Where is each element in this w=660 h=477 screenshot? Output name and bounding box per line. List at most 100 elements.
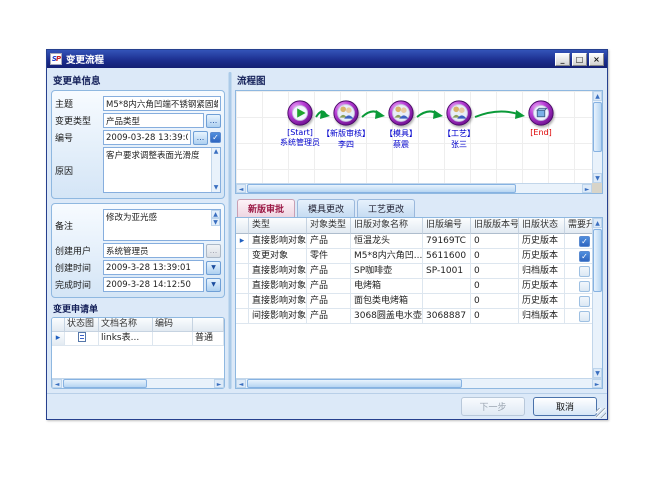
table-row[interactable]: 直接影响对象产品面包类电烤箱0历史版本	[236, 294, 592, 309]
number-checkbox[interactable]: ✓	[210, 132, 221, 143]
next-button[interactable]: 下一步	[461, 397, 525, 416]
request-form-table-header: 状态图文档名称编码	[52, 318, 224, 332]
row-selector-icon: ▸	[52, 332, 65, 346]
upgrade-cell[interactable]: ✓	[565, 234, 592, 249]
table-hscrollbar[interactable]: ◄ ►	[236, 378, 602, 388]
old-number-cell: SP-1001	[423, 264, 471, 279]
scroll-up-icon[interactable]: ▲	[593, 91, 602, 101]
upgrade-cell[interactable]	[565, 294, 592, 309]
create-time-input[interactable]	[103, 260, 204, 275]
reason-scrollbar[interactable]: ▲▼	[211, 148, 220, 192]
change-info-panel: 变更单信息 主题 变更类型 ... 编号 ..	[51, 72, 225, 389]
tab-new-version-approval[interactable]: 新版审批	[237, 199, 295, 217]
scroll-left-icon[interactable]: ◄	[52, 379, 62, 388]
upgrade-cell[interactable]	[565, 264, 592, 279]
change-type-input[interactable]	[103, 113, 204, 128]
scroll-down-icon[interactable]: ▼	[593, 368, 602, 378]
table-row[interactable]: ▸直接影响对象产品恒温龙头79169TC0历史版本✓	[236, 234, 592, 249]
upgrade-cell[interactable]	[565, 309, 592, 324]
scroll-left-icon[interactable]: ◄	[236, 379, 246, 388]
cancel-button[interactable]: 取消	[533, 397, 597, 416]
user-node-icon	[445, 99, 473, 127]
request-form-hscrollbar[interactable]: ◄ ►	[52, 378, 224, 388]
table-vscrollbar[interactable]: ▲ ▼	[592, 218, 602, 378]
upgrade-checkbox[interactable]	[579, 266, 590, 277]
type-cell: 间接影响对象	[249, 309, 307, 324]
approval-table-empty-area	[236, 324, 592, 378]
table-row[interactable]: 变更对象零件M5*8内六角凹...56116000历史版本✓M5*8	[236, 249, 592, 264]
upgrade-cell[interactable]: ✓	[565, 249, 592, 264]
maximize-button[interactable]: □	[572, 53, 587, 66]
note-spinner[interactable]: ▲▼	[211, 210, 220, 226]
flow-vscrollbar[interactable]: ▲ ▼	[592, 91, 602, 183]
create-time-label: 创建时间	[55, 261, 103, 274]
flow-chart-header: 流程图	[235, 72, 603, 90]
old-name-cell: 恒温龙头	[351, 234, 423, 249]
flow-hscrollbar[interactable]: ◄ ►	[236, 183, 592, 193]
row-selector-icon: ▸	[236, 234, 249, 249]
row-selector-header	[52, 318, 65, 332]
document-status-cell	[65, 332, 99, 346]
end-node-icon	[527, 99, 555, 127]
scroll-up-icon[interactable]: ▲	[593, 218, 602, 228]
minimize-button[interactable]: _	[555, 53, 570, 66]
flow-node-assignee: 张三	[427, 139, 491, 150]
table-row[interactable]: 间接影响对象产品3068圆盖电水壶30688870归档版本	[236, 309, 592, 324]
close-button[interactable]: ×	[589, 53, 604, 66]
upgrade-checkbox[interactable]: ✓	[579, 251, 590, 262]
upgrade-checkbox[interactable]	[579, 296, 590, 307]
flow-chart-canvas[interactable]: [Start]系统管理员【新版审核】李四【模具】蔡震【工艺】张三[End]	[236, 91, 592, 183]
create-user-browse-button[interactable]: ...	[206, 244, 221, 258]
old-version-cell: 0	[471, 249, 519, 264]
old-version-cell: 0	[471, 264, 519, 279]
type-cell: 直接影响对象	[249, 294, 307, 309]
upgrade-checkbox[interactable]	[579, 311, 590, 322]
scroll-down-icon[interactable]: ▼	[593, 173, 602, 183]
table-row[interactable]: 直接影响对象产品电烤箱0历史版本	[236, 279, 592, 294]
object-type-cell: 产品	[307, 264, 351, 279]
flow-node-label: 【工艺】	[427, 128, 491, 139]
scroll-right-icon[interactable]: ►	[214, 379, 224, 388]
number-browse-button[interactable]: ...	[193, 131, 208, 145]
number-input[interactable]	[103, 130, 191, 145]
subject-label: 主题	[55, 97, 103, 110]
finish-time-input[interactable]	[103, 277, 204, 292]
create-time-dropdown-button[interactable]: ▼	[206, 261, 221, 275]
scroll-right-icon[interactable]: ►	[592, 379, 602, 388]
flow-panel: 流程图 [Start]系统管理员【新版审核】李四【模具】蔡震【工艺】张三[End…	[235, 72, 603, 389]
column-header-0: 类型	[249, 218, 307, 234]
resize-grip[interactable]	[596, 408, 606, 418]
tab-mold-change[interactable]: 模具更改	[297, 199, 355, 217]
row-selector-icon	[236, 264, 249, 279]
upgrade-checkbox[interactable]: ✓	[579, 236, 590, 247]
create-user-input[interactable]	[103, 243, 204, 258]
panel-splitter[interactable]	[228, 72, 232, 389]
create-user-label: 创建用户	[55, 244, 103, 257]
finish-time-dropdown-button[interactable]: ▼	[206, 278, 221, 292]
titlebar[interactable]: SP 变更流程 _ □ ×	[47, 50, 607, 68]
request-form-column-header: 编码	[153, 318, 193, 332]
old-name-cell: 电烤箱	[351, 279, 423, 294]
note-textarea[interactable]: 修改为亚光感 ▲▼	[103, 209, 221, 241]
old-number-cell: 3068887	[423, 309, 471, 324]
reason-textarea[interactable]: 客户要求调整表面光滑度 ▲▼	[103, 147, 221, 193]
old-status-cell: 历史版本	[519, 279, 565, 294]
request-form-table-row[interactable]: ▸links表...普通	[52, 332, 224, 346]
upgrade-cell[interactable]	[565, 279, 592, 294]
old-name-cell: M5*8内六角凹...	[351, 249, 423, 264]
request-form-table: 状态图文档名称编码 ▸links表...普通 ◄ ►	[51, 317, 225, 389]
scroll-right-icon[interactable]: ►	[582, 184, 592, 193]
upgrade-checkbox[interactable]	[579, 281, 590, 292]
subject-input[interactable]	[103, 96, 221, 111]
row-selector-icon	[236, 249, 249, 264]
flow-node-end[interactable]: [End]	[509, 99, 573, 137]
row-selector-icon	[236, 309, 249, 324]
scroll-left-icon[interactable]: ◄	[236, 184, 246, 193]
flow-node-assignee: 蔡震	[369, 139, 433, 150]
number-label: 编号	[55, 131, 103, 144]
old-version-cell: 0	[471, 294, 519, 309]
table-row[interactable]: 直接影响对象产品SP咖啡壶SP-10010归档版本SP咖	[236, 264, 592, 279]
change-type-browse-button[interactable]: ...	[206, 114, 221, 128]
tab-process-change[interactable]: 工艺更改	[357, 199, 415, 217]
old-status-cell: 归档版本	[519, 264, 565, 279]
